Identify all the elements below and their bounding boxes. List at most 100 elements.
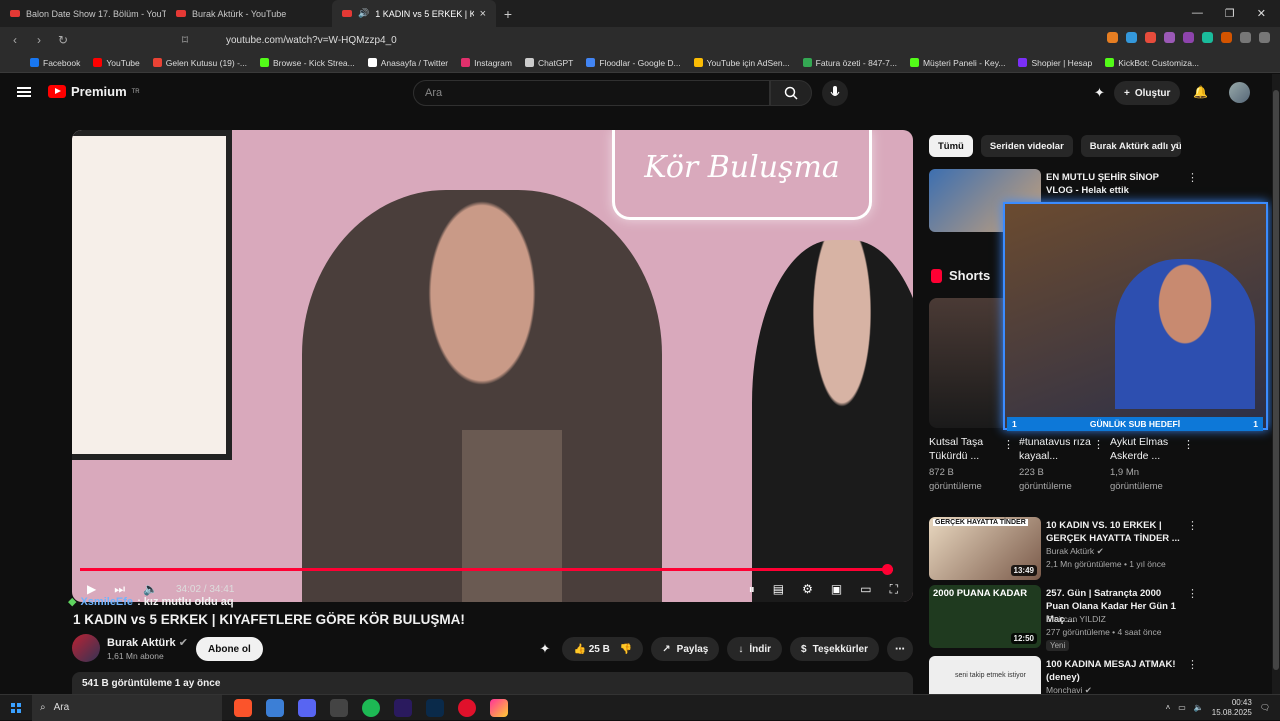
premiere-icon[interactable] (394, 698, 412, 717)
share-button[interactable]: ↗ Paylaş (651, 637, 720, 661)
recommended-video[interactable]: 2000 PUANA KADAR 12:50 257. Gün | Satranç… (929, 585, 1199, 651)
puzzle-icon[interactable] (1240, 32, 1251, 43)
taskbar-search[interactable]: ⌕ Ara (32, 694, 222, 721)
url-field[interactable]: youtube.com/watch?v=W-HQMzzp4_0 (200, 30, 880, 50)
short-thumbnail[interactable] (929, 298, 1011, 428)
settings-gear-icon[interactable]: ⚙ (802, 582, 813, 597)
reload-icon[interactable]: ↻ (56, 33, 70, 47)
more-actions-button[interactable]: ⋯ (887, 637, 913, 661)
extension-icon[interactable] (1221, 32, 1232, 43)
more-icon[interactable]: ⋮ (1187, 587, 1198, 600)
dislike-button[interactable]: 👎 (620, 644, 632, 655)
chip-series[interactable]: Seriden videolar (980, 135, 1073, 157)
bookmark-icon[interactable]: ⌑ (178, 33, 192, 47)
clock[interactable]: 00:43 15.08.2025 (1212, 698, 1252, 718)
extension-icon[interactable] (1183, 32, 1194, 43)
create-button[interactable]: + Oluştur (1114, 81, 1181, 105)
forward-icon[interactable]: › (32, 33, 46, 47)
progress-handle[interactable] (881, 564, 893, 575)
notifications-icon[interactable]: 🔔 (1193, 85, 1208, 99)
bookmark-item[interactable]: Anasayfa / Twitter (367, 58, 448, 68)
notifications-icon[interactable]: 🗨 (1260, 703, 1270, 712)
fullscreen-icon[interactable]: ⛶ (890, 582, 898, 597)
search-button[interactable] (770, 80, 812, 106)
theater-mode-icon[interactable]: ▭ (860, 582, 871, 597)
more-icon[interactable]: ⋮ (1183, 438, 1194, 451)
discord-icon[interactable] (298, 698, 316, 717)
extension-icon[interactable] (1202, 32, 1213, 43)
bookmark-item[interactable]: Browse - Kick Strea... (260, 58, 355, 68)
bookmark-item[interactable]: KickBot: Customiza... (1105, 58, 1199, 68)
download-button[interactable]: ↓ İndir (727, 637, 783, 661)
photoshop-icon[interactable] (426, 698, 444, 717)
start-button[interactable] (0, 702, 32, 713)
video-player[interactable]: Kör Buluşma ▶ ⏭ 🔈 34:02 / 34:41 ⏸ ▤ ⚙ ▣ … (72, 130, 913, 602)
youtube-logo[interactable]: Premium TR (48, 84, 140, 99)
hamburger-menu-icon[interactable] (17, 87, 31, 97)
browser-tab-active[interactable]: 🔊 1 KADIN vs 5 ERKEK | KIYAFETLERE GÖRE K… (332, 0, 496, 27)
back-icon[interactable]: ‹ (8, 33, 22, 47)
short-title[interactable]: Aykut Elmas Askerde ... (1110, 435, 1190, 463)
menu-icon[interactable] (1259, 32, 1270, 43)
new-tab-button[interactable]: + (496, 6, 520, 22)
subtitles-icon[interactable]: ▤ (773, 582, 784, 597)
network-icon[interactable]: ▭ (1178, 703, 1186, 712)
browser-tab[interactable]: Balon Date Show 17. Bölüm - YouTube (0, 0, 166, 27)
bookmark-item[interactable]: YouTube için AdSen... (693, 58, 790, 68)
more-icon[interactable]: ⋮ (1187, 171, 1198, 184)
search-input[interactable]: Ara (413, 80, 770, 106)
chevron-right-icon[interactable]: › (1175, 140, 1179, 152)
close-icon[interactable]: × (480, 8, 486, 20)
channel-name[interactable]: Burak Aktürk ✔ (107, 636, 188, 649)
more-icon[interactable]: ⋮ (1187, 658, 1198, 671)
premium-spark-icon[interactable]: ✦ (1094, 85, 1105, 101)
obs-icon[interactable] (330, 698, 348, 717)
account-avatar[interactable] (1229, 82, 1250, 103)
bookmark-item[interactable]: Shopier | Hesap (1018, 58, 1092, 68)
recommended-video[interactable]: seni takip etmek istiyor 100 KADINA MESA… (929, 656, 1199, 694)
extension-icon[interactable] (1107, 32, 1118, 43)
like-button[interactable]: 👍 25 B (573, 644, 609, 655)
bookmark-item[interactable]: Floodlar - Google D... (586, 58, 681, 68)
scrollbar-thumb[interactable] (1273, 90, 1279, 670)
thanks-button[interactable]: $ Teşekkürler (790, 637, 879, 661)
browser-tab[interactable]: Burak Aktürk - YouTube (166, 0, 332, 27)
chevron-up-icon[interactable]: ˄ (1166, 703, 1171, 712)
page-scrollbar[interactable] (1272, 74, 1280, 694)
channel-avatar[interactable] (72, 634, 100, 662)
bookmark-item[interactable]: Gelen Kutusu (19) -... (152, 58, 247, 68)
short-title[interactable]: #tunatavus rıza kayaal... (1019, 435, 1099, 463)
extension-icon[interactable] (1145, 32, 1156, 43)
premium-spark-icon[interactable]: ✦ (540, 641, 551, 657)
more-icon[interactable]: ⋮ (1003, 438, 1014, 451)
recommended-video[interactable]: GERÇEK HAYATTA TİNDER 13:49 10 KADIN VS. … (929, 517, 1199, 581)
brave-icon[interactable] (234, 698, 252, 717)
voice-search-button[interactable] (822, 80, 848, 106)
progress-bar[interactable] (80, 564, 893, 575)
volume-icon[interactable]: 🔈 (1194, 703, 1204, 712)
volume-icon[interactable]: 🔈 (143, 582, 158, 596)
bookmark-item[interactable]: Müşteri Paneli - Key... (909, 58, 1005, 68)
bookmark-item[interactable]: Facebook (30, 58, 80, 68)
close-window-icon[interactable]: ✕ (1257, 7, 1266, 20)
bookmark-item[interactable]: ChatGPT (524, 58, 573, 68)
app-icon[interactable] (266, 698, 284, 717)
spotify-icon[interactable] (362, 698, 380, 717)
bookmark-item[interactable]: Fatura özeti - 847-7... (802, 58, 897, 68)
bookmark-item[interactable]: Instagram (461, 58, 512, 68)
short-title[interactable]: Kutsal Taşa Tükürdü ... (929, 435, 1009, 463)
restore-icon[interactable]: ❐ (1225, 7, 1235, 20)
description-box[interactable]: 541 B görüntüleme 1 ay önce (72, 672, 913, 694)
app-icon[interactable] (490, 698, 508, 717)
bookmark-item[interactable]: YouTube (93, 58, 140, 68)
more-icon[interactable]: ⋮ (1187, 519, 1198, 532)
chip-channel[interactable]: Burak Aktürk adlı yük (1080, 135, 1181, 157)
play-icon[interactable]: ▶ (87, 582, 96, 596)
opera-icon[interactable] (458, 698, 476, 717)
extension-icon[interactable] (1164, 32, 1175, 43)
minimize-icon[interactable]: — (1192, 7, 1203, 20)
extension-icon[interactable] (1126, 32, 1137, 43)
subscribe-button[interactable]: Abone ol (196, 637, 263, 661)
chip-all[interactable]: Tümü (929, 135, 973, 157)
more-icon[interactable]: ⋮ (1093, 438, 1104, 451)
